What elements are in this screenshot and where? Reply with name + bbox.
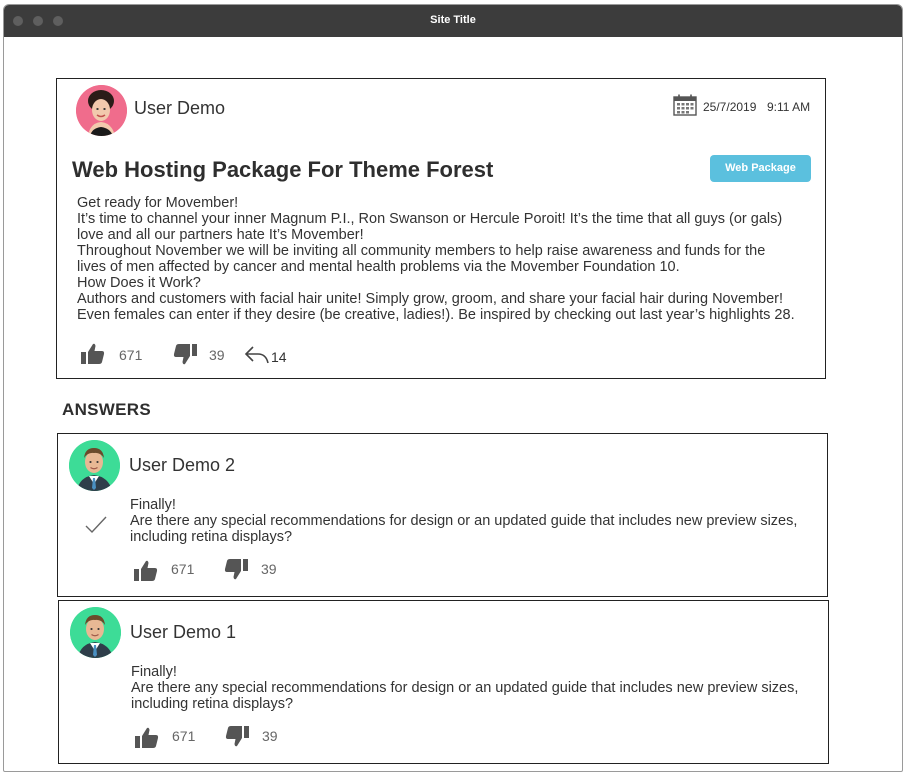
body-line: including retina displays? bbox=[131, 696, 294, 712]
thumbs-up-icon[interactable] bbox=[134, 560, 158, 587]
answer-card: User Demo 1 Finally! Are there any speci… bbox=[58, 600, 829, 764]
check-icon[interactable] bbox=[85, 516, 107, 539]
avatar[interactable] bbox=[70, 607, 121, 658]
answers-heading: ANSWERS bbox=[62, 400, 151, 419]
post-time: 9:11 AM bbox=[767, 100, 811, 114]
dislike-count: 39 bbox=[262, 728, 278, 744]
thumbs-up-icon[interactable] bbox=[81, 343, 105, 370]
man-avatar-icon bbox=[69, 440, 120, 491]
body-line: It’s time to channel your inner Magnum P… bbox=[77, 211, 783, 227]
answer-author[interactable]: User Demo 2 bbox=[129, 455, 235, 476]
man-avatar-icon bbox=[70, 607, 121, 658]
avatar[interactable] bbox=[76, 85, 127, 136]
site-title: Site Title bbox=[430, 14, 476, 26]
body-line: Throughout November we will be inviting … bbox=[77, 243, 766, 259]
body-line: Are there any special recommendations fo… bbox=[131, 680, 799, 696]
body-line: Get ready for Movember! bbox=[77, 195, 239, 211]
avatar[interactable] bbox=[69, 440, 120, 491]
dislike-count: 39 bbox=[261, 561, 277, 577]
answer-body: Finally! Are there any special recommend… bbox=[130, 497, 797, 545]
browser-window: Site Title User Demo 25/7/2019 9:11 AM W… bbox=[3, 4, 903, 772]
question-author[interactable]: User Demo bbox=[134, 98, 225, 119]
calendar-icon bbox=[673, 94, 697, 121]
body-line: Finally! bbox=[130, 497, 176, 513]
thumbs-down-icon[interactable] bbox=[224, 558, 248, 585]
reply-icon[interactable] bbox=[244, 345, 270, 370]
body-line: including retina displays? bbox=[130, 529, 293, 545]
question-card: User Demo 25/7/2019 9:11 AM Web Hosting … bbox=[56, 78, 826, 379]
like-count: 671 bbox=[119, 347, 143, 363]
title-bar: Site Title bbox=[4, 5, 902, 37]
like-count: 671 bbox=[172, 728, 196, 744]
woman-avatar-icon bbox=[76, 85, 127, 136]
tag-badge[interactable]: Web Package bbox=[710, 155, 811, 182]
question-body: Get ready for Movember! It’s time to cha… bbox=[77, 195, 795, 323]
body-line: Are there any special recommendations fo… bbox=[130, 513, 798, 529]
body-line: Authors and customers with facial hair u… bbox=[77, 291, 783, 307]
answer-author[interactable]: User Demo 1 bbox=[130, 622, 236, 643]
post-date: 25/7/2019 bbox=[703, 100, 757, 114]
thumbs-down-icon[interactable] bbox=[173, 343, 197, 370]
body-line: How Does it Work? bbox=[77, 275, 201, 291]
reply-count: 14 bbox=[271, 349, 287, 365]
body-line: Finally! bbox=[131, 664, 177, 680]
body-line: lives of men affected by cancer and ment… bbox=[77, 259, 680, 275]
dislike-count: 39 bbox=[209, 347, 225, 363]
body-line: Even females can enter if they desire (b… bbox=[77, 307, 795, 323]
thumbs-down-icon[interactable] bbox=[225, 725, 249, 752]
like-count: 671 bbox=[171, 561, 195, 577]
body-line: love and all our partners hate It’s Move… bbox=[77, 227, 364, 243]
answer-card: User Demo 2 Finally! Are there any speci… bbox=[57, 433, 828, 597]
answer-body: Finally! Are there any special recommend… bbox=[131, 664, 798, 712]
thumbs-up-icon[interactable] bbox=[135, 727, 159, 754]
question-title: Web Hosting Package For Theme Forest bbox=[72, 157, 494, 182]
